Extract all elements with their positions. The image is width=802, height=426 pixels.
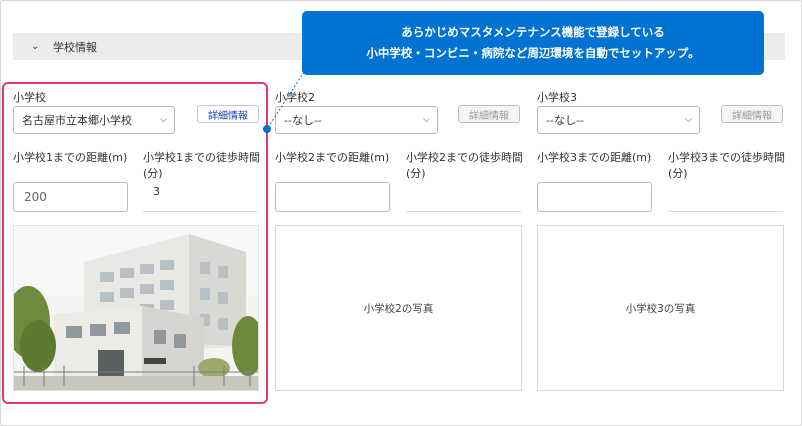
school3-label: 小学校3 [537,91,577,104]
school2-walk-label: 小学校2までの徒歩時間(分) [406,151,523,180]
school3-photo-placeholder[interactable]: 小学校3の写真 [537,225,784,391]
highlight-box [2,82,268,404]
section-title: 学校情報 [53,40,97,54]
school2-select-value: --なし-- [284,114,322,127]
school3-photo-label: 小学校3の写真 [625,302,696,315]
callout-line-2: 小中学校・コンビニ・病院など周辺環境を自動でセットアップ。 [366,46,700,60]
school2-photo-placeholder[interactable]: 小学校2の写真 [275,225,522,391]
school2-distance-label: 小学校2までの距離(m) [275,151,390,164]
school3-detail-button[interactable]: 詳細情報 [721,105,783,123]
school2-photo-label: 小学校2の写真 [363,302,434,315]
school3-select[interactable]: --なし-- ⌵ [537,106,700,134]
school2-select[interactable]: --なし-- ⌵ [275,106,438,134]
chevron-down-icon[interactable]: ⌄ [31,41,43,52]
school3-select-value: --なし-- [546,114,584,127]
callout-bubble: あらかじめマスタメンテナンス機能で登録している 小中学校・コンビニ・病院など周辺… [302,11,764,75]
school2-label: 小学校2 [275,91,315,104]
school2-distance-input[interactable] [275,182,390,212]
school3-walk-underline [668,211,783,212]
callout-line-1: あらかじめマスタメンテナンス機能で登録している [401,25,665,39]
chevron-down-icon: ⌵ [685,115,692,125]
chevron-down-icon: ⌵ [423,115,430,125]
school2-walk-underline [406,211,521,212]
school2-detail-button[interactable]: 詳細情報 [458,105,520,123]
school3-distance-label: 小学校3までの距離(m) [537,151,652,164]
school3-walk-label: 小学校3までの徒歩時間(分) [668,151,785,180]
school3-distance-input[interactable] [537,182,652,212]
